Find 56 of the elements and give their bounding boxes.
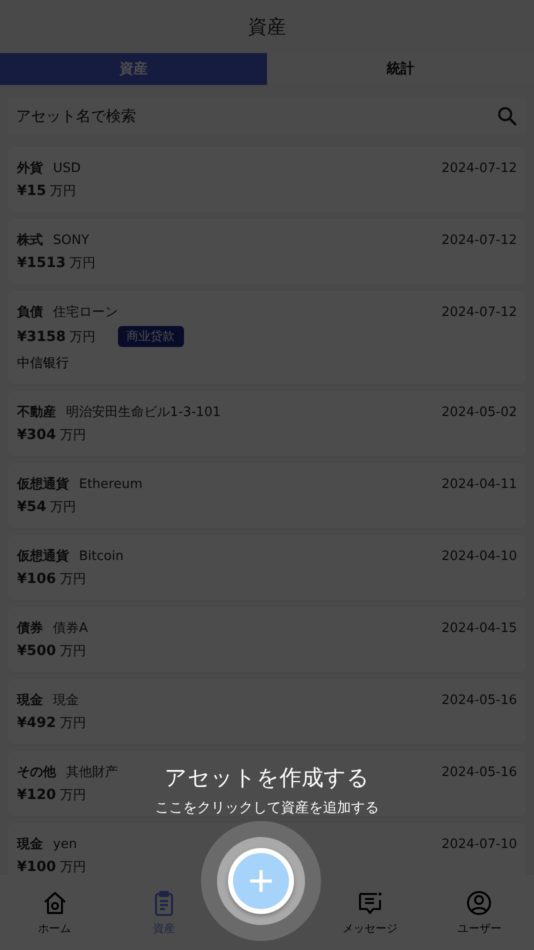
asset-type: 株式 <box>17 232 43 249</box>
asset-amount: ¥100 <box>17 859 56 875</box>
asset-name: 現金 <box>53 692 79 709</box>
asset-type: 現金 <box>17 836 43 853</box>
amount-unit: 万円 <box>60 859 86 875</box>
asset-name: SONY <box>53 233 90 248</box>
asset-name: 債券A <box>53 620 88 637</box>
asset-amount: ¥492 <box>17 715 56 731</box>
amount-unit: 万円 <box>60 715 86 732</box>
asset-date: 2024-05-16 <box>441 693 517 708</box>
asset-amount: ¥120 <box>17 787 56 803</box>
asset-amount: ¥54 <box>17 499 46 515</box>
amount-unit: 万円 <box>60 787 86 804</box>
asset-name: 住宅ローン <box>53 304 118 321</box>
asset-name: USD <box>53 161 81 176</box>
asset-amount: ¥1513 <box>17 255 66 271</box>
asset-type: 現金 <box>17 692 43 709</box>
asset-date: 2024-04-11 <box>441 477 517 492</box>
amount-unit: 万円 <box>60 643 86 660</box>
asset-amount: ¥304 <box>17 427 56 443</box>
asset-type: 債券 <box>17 620 43 637</box>
asset-amount: ¥106 <box>17 571 56 587</box>
amount-unit: 万円 <box>70 255 96 272</box>
asset-amount: ¥3158 <box>17 328 66 344</box>
coach-subtitle: ここをクリックして資産を追加する <box>155 799 379 817</box>
asset-name: Ethereum <box>79 477 143 492</box>
institution-name: 中信银行 <box>17 355 69 372</box>
amount-unit: 万円 <box>50 183 76 200</box>
coach-title: アセットを作成する <box>164 765 370 793</box>
asset-date: 2024-04-15 <box>441 621 517 636</box>
asset-amount: ¥500 <box>17 643 56 659</box>
asset-date: 2024-07-12 <box>441 305 517 320</box>
asset-name: 其他財产 <box>66 764 118 781</box>
asset-date: 2024-07-12 <box>441 161 517 176</box>
asset-type: 仮想通貨 <box>17 548 69 565</box>
asset-type: 外貨 <box>17 160 43 177</box>
asset-date: 2024-07-12 <box>441 233 517 248</box>
plus-icon <box>248 868 274 894</box>
page-title: 資産 <box>248 14 286 40</box>
asset-type: 仮想通貨 <box>17 476 69 493</box>
amount-unit: 万円 <box>70 328 96 346</box>
asset-name: Bitcoin <box>79 549 124 564</box>
amount-unit: 万円 <box>60 571 86 588</box>
asset-date: 2024-04-10 <box>441 549 517 564</box>
amount-unit: 万円 <box>50 499 76 516</box>
add-button[interactable] <box>233 853 289 909</box>
asset-name: yen <box>53 837 77 852</box>
asset-name: 明治安田生命ビル1-3-101 <box>66 404 221 421</box>
asset-type: 負債 <box>17 304 43 321</box>
asset-amount: ¥15 <box>17 183 46 199</box>
asset-date: 2024-07-10 <box>441 837 517 852</box>
asset-date: 2024-05-02 <box>441 405 517 420</box>
asset-date: 2024-05-16 <box>441 765 517 780</box>
asset-type: 不動産 <box>17 404 56 421</box>
asset-type: その他 <box>17 764 56 781</box>
amount-unit: 万円 <box>60 427 86 444</box>
